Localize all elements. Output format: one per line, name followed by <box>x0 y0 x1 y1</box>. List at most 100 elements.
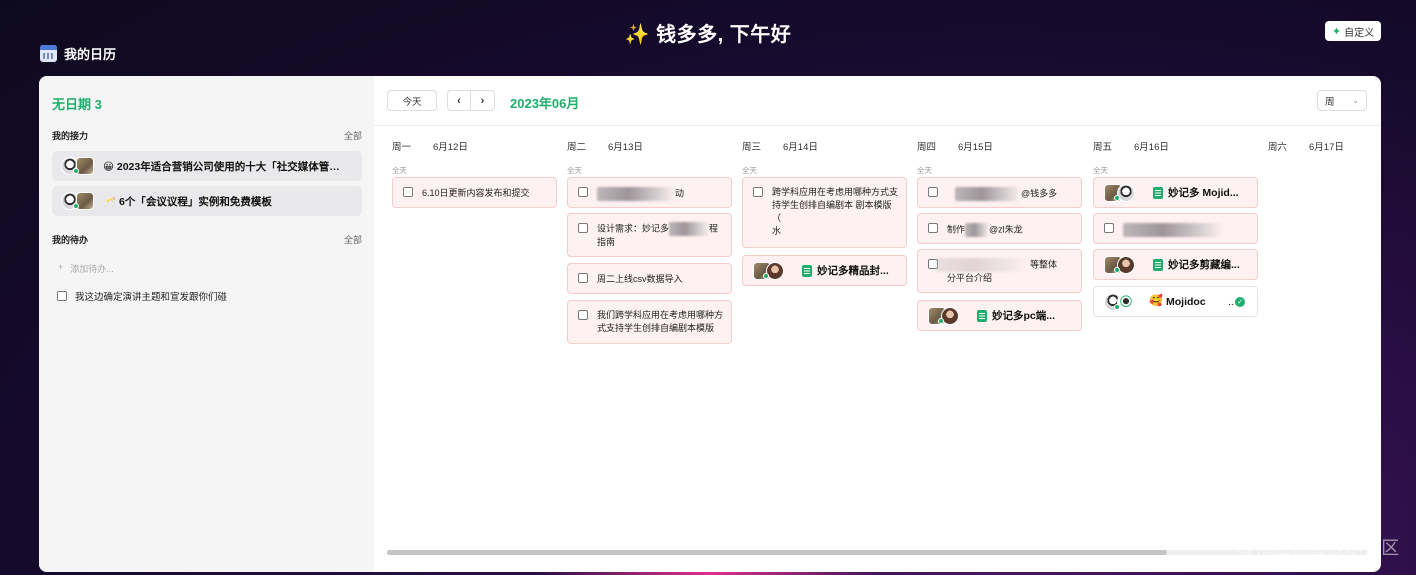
event-checkbox[interactable] <box>928 187 938 197</box>
app-title: 我的日历 <box>40 44 116 63</box>
relay-item-text: 😀 2023年适合营销公司使用的十大「社交媒体管理... <box>103 159 343 174</box>
undated-title[interactable]: 无日期 3 <box>52 94 102 113</box>
event-card[interactable]: 设计需求：妙记多 程指南 <box>567 213 732 257</box>
event-card[interactable]: 跨学科应用在考虑用哪种方式支持学生创排自编剧本 剧本模版 （ 水 <box>742 177 907 248</box>
customize-label: 自定义 <box>1344 27 1375 39</box>
event-card[interactable]: 周二上线csv数据导入 <box>567 263 732 294</box>
app-title-text: 我的日历 <box>64 47 117 62</box>
doc-event-card[interactable]: 妙记多剪藏编... <box>1093 249 1258 280</box>
prev-week-button[interactable]: ‹ <box>447 90 471 111</box>
todo-checkbox[interactable] <box>57 291 67 301</box>
current-month: 2023年06月 <box>510 96 580 111</box>
event-text-part: 设计需求：妙记多 <box>597 223 670 234</box>
todo-text[interactable]: 我这边确定演讲主题和宣发跟你们碰 <box>75 289 227 303</box>
check-circle-icon: ✓ <box>1235 297 1245 307</box>
plus-icon: + <box>58 262 64 272</box>
allday-label: 全天 <box>392 166 407 175</box>
event-text: 制作 @zl朱龙 <box>947 223 1077 237</box>
event-checkbox[interactable] <box>403 187 413 197</box>
clinking-glasses-icon: 🥂 <box>103 195 117 208</box>
doc-title-suffix: .. <box>1228 296 1234 308</box>
relay-item-title: 6个「会议议程」实例和免费模板 <box>119 195 272 208</box>
online-dot-icon <box>763 273 769 279</box>
redacted-text <box>597 187 675 201</box>
event-text: 我们跨学科应用在考虑用哪种方式支持学生创排自编剧本模版 <box>597 310 724 333</box>
avatar-group <box>61 192 97 210</box>
event-checkbox[interactable] <box>928 223 938 233</box>
date-label: 6月16日 <box>1134 142 1169 153</box>
event-checkbox[interactable] <box>578 187 588 197</box>
doc-event-card[interactable]: 妙记多精品封... <box>742 255 907 286</box>
day-header-wed: 周三 6月14日 <box>742 139 818 153</box>
online-dot-icon <box>1114 304 1120 310</box>
event-checkbox[interactable] <box>578 310 588 320</box>
todo-all-link[interactable]: 全部 <box>344 233 362 246</box>
document-icon <box>977 310 987 322</box>
grinning-emoji-icon: 😀 <box>103 160 114 173</box>
event-checkbox[interactable] <box>578 223 588 233</box>
event-card[interactable]: 我们跨学科应用在考虑用哪种方式支持学生创排自编剧本模版 <box>567 300 732 344</box>
event-checkbox[interactable] <box>1104 223 1114 233</box>
customize-button[interactable]: ✦ 自定义 <box>1325 21 1381 41</box>
relay-item[interactable]: 🥂 6个「会议议程」实例和免费模板 <box>52 186 362 216</box>
today-button[interactable]: 今天 <box>387 90 437 111</box>
event-card[interactable]: 等整体 分平台介绍 <box>917 249 1082 293</box>
date-label: 6月12日 <box>433 142 468 153</box>
doc-event-card[interactable]: 🥰 Mojidoc .. ✓ <box>1093 286 1258 317</box>
document-icon <box>1153 187 1163 199</box>
relay-section-label: 我的接力 <box>52 131 89 141</box>
event-card[interactable]: 制作 @zl朱龙 <box>917 213 1082 244</box>
redacted-text <box>936 258 1030 272</box>
chevron-down-icon: ⌄ <box>1352 96 1359 105</box>
doc-event-card[interactable]: 妙记多 Mojid... <box>1093 177 1258 208</box>
week-view: 今天 ‹ › 2023年06月 周 ⌄ 周一 6月12日 周二 6月13日 周三 6月… <box>374 76 1381 572</box>
todo-section-label: 我的待办 <box>52 235 89 245</box>
document-icon <box>802 265 812 277</box>
horizontal-scrollbar-thumb[interactable] <box>387 550 1167 555</box>
online-dot-icon <box>1114 267 1120 273</box>
event-text-part: 水 <box>772 226 782 236</box>
date-label: 6月13日 <box>608 142 643 153</box>
doc-title: 妙记多 Mojid... <box>1168 187 1239 199</box>
date-label: 6月15日 <box>958 142 993 153</box>
add-todo-input[interactable]: + 添加待办... <box>58 262 114 275</box>
calendar-panel: 无日期 3 我的接力 全部 😀 2023年适合营销公司使用的十大「社交媒体管理.… <box>39 76 1381 572</box>
redacted-text <box>965 223 990 237</box>
event-text-part: 分平台介绍 <box>947 273 993 283</box>
todo-item: 我这边确定演讲主题和宣发跟你们碰 <box>57 289 227 303</box>
next-week-button[interactable]: › <box>471 90 495 111</box>
event-text-part: （ <box>772 213 782 223</box>
event-text-part: 制作 <box>947 224 966 235</box>
event-checkbox[interactable] <box>753 187 763 197</box>
doc-event-card[interactable]: 妙记多pc端... <box>917 300 1082 331</box>
event-card[interactable]: @钱多多 <box>917 177 1082 208</box>
event-card[interactable] <box>1093 213 1258 244</box>
day-header-thu: 周四 6月15日 <box>917 139 993 153</box>
date-label: 6月17日 <box>1309 142 1344 153</box>
watermark: @稀土掘金技术社区 <box>1237 538 1400 558</box>
event-card[interactable]: 6.10日更新内容发布和提交 <box>392 177 557 208</box>
event-text: 周二上线csv数据导入 <box>597 274 683 284</box>
view-select-value: 周 <box>1325 96 1335 108</box>
event-text: 动 <box>597 187 727 201</box>
add-todo-placeholder: 添加待办... <box>70 264 114 274</box>
relay-item[interactable]: 😀 2023年适合营销公司使用的十大「社交媒体管理... <box>52 151 362 181</box>
avatar-group <box>753 262 789 280</box>
relay-item-title: 2023年适合营销公司使用的十大「社交媒体管理... <box>116 160 343 173</box>
view-select[interactable]: 周 ⌄ <box>1317 90 1367 111</box>
event-text-part: 跨学科应用在考虑用哪种方式支持学生创排自编剧本 剧本模版 <box>772 187 899 210</box>
redacted-text <box>1123 223 1223 237</box>
event-text-part: @zl朱龙 <box>989 224 1023 235</box>
relay-all-link[interactable]: 全部 <box>344 129 362 142</box>
allday-label: 全天 <box>1093 166 1108 175</box>
greeting-text: 钱多多, 下午好 <box>656 24 792 46</box>
date-label: 6月14日 <box>783 142 818 153</box>
event-checkbox[interactable] <box>578 273 588 283</box>
event-card[interactable]: 动 <box>567 177 732 208</box>
online-dot-icon <box>1114 195 1120 201</box>
doc-title: 妙记多pc端... <box>992 310 1056 322</box>
event-text-part: @钱多多 <box>1021 188 1058 199</box>
day-header-sat: 周六 6月17日 <box>1268 139 1344 153</box>
event-text: 设计需求：妙记多 程指南 <box>597 222 727 249</box>
online-dot-icon <box>938 318 944 324</box>
